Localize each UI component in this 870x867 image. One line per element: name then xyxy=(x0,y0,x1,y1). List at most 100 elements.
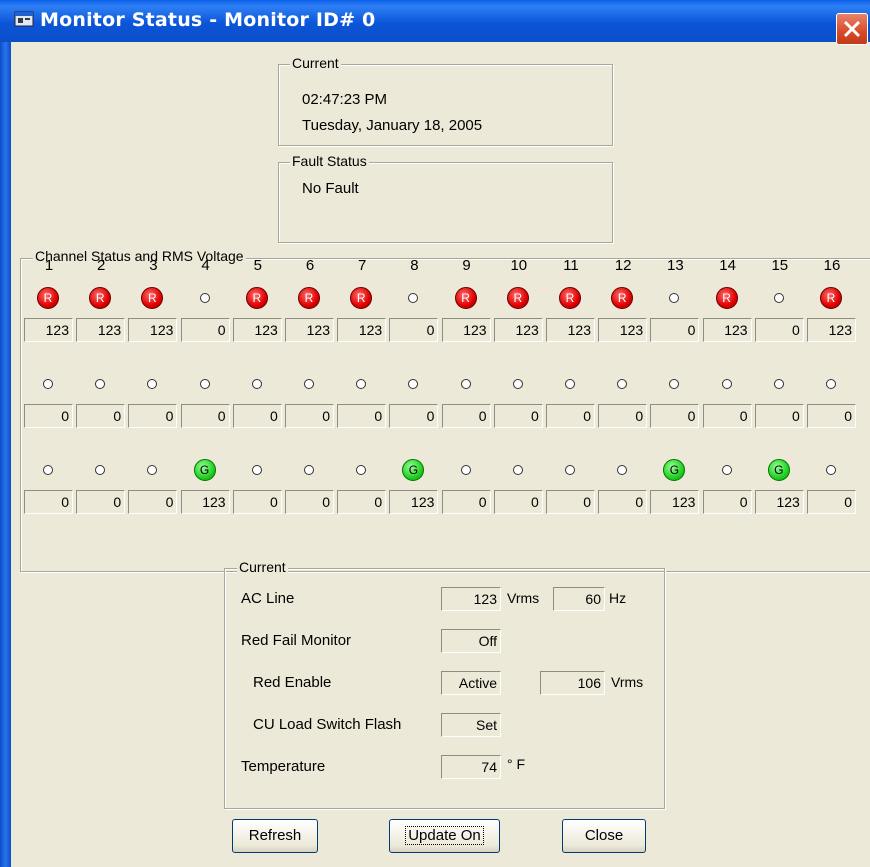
channel-voltage: 0 xyxy=(76,490,126,514)
channel-voltage: 0 xyxy=(24,404,73,428)
channel-voltage: 123 xyxy=(337,318,387,342)
cu-load-switch-flash-value: Set xyxy=(441,713,501,737)
current-time: 02:47:23 PM xyxy=(302,91,388,108)
channel-voltage: 0 xyxy=(24,490,73,514)
channel-voltage: 0 xyxy=(76,404,126,428)
channel-voltage: 0 xyxy=(389,318,439,342)
channel-lamp-off xyxy=(565,465,575,475)
channel-number-14: 14 xyxy=(719,257,736,274)
channel-lamp-red: R xyxy=(506,287,529,309)
channel-voltage: 0 xyxy=(807,490,856,514)
ac-line-label: AC Line xyxy=(241,590,295,607)
fault-status-value: No Fault xyxy=(302,180,359,197)
channel-voltage: 0 xyxy=(285,490,334,514)
current-status-group-label: Current xyxy=(237,559,288,575)
channel-lamp-red: R xyxy=(454,287,477,309)
channel-number-1: 1 xyxy=(44,257,54,274)
channel-number-3: 3 xyxy=(149,257,158,274)
channel-voltage: 0 xyxy=(389,404,439,428)
window-border xyxy=(0,42,11,867)
channel-voltage: 123 xyxy=(754,490,804,514)
channel-lamp-off xyxy=(565,379,575,389)
channel-voltage: 0 xyxy=(650,404,700,428)
ac-line-frequency-unit: Hz xyxy=(609,590,627,606)
update-on-button[interactable]: Update On xyxy=(389,819,500,853)
channel-voltage: 0 xyxy=(546,490,595,514)
channel-number-5: 5 xyxy=(253,257,262,274)
channel-voltage: 0 xyxy=(493,490,543,514)
temperature-unit: ° F xyxy=(507,756,526,772)
current-time-group-label: Current xyxy=(290,55,341,71)
title-bar[interactable]: Monitor Status - Monitor ID# 0 xyxy=(0,0,870,45)
channel-voltage: 123 xyxy=(76,318,126,342)
ac-line-voltage-unit: Vrms xyxy=(507,590,540,606)
channel-lamp-red: R xyxy=(559,287,581,309)
channel-lamp-off xyxy=(199,293,210,303)
channel-lamp-red: R xyxy=(298,287,320,309)
channel-lamp-off xyxy=(721,465,732,475)
channel-voltage: 0 xyxy=(702,490,752,514)
channel-lamp-off xyxy=(826,465,836,475)
channel-number-12: 12 xyxy=(614,257,632,274)
ac-line-voltage: 123 xyxy=(441,587,501,611)
red-enable-voltage: 106 xyxy=(540,671,605,695)
channel-lamp-off xyxy=(460,465,471,475)
channel-voltage: 0 xyxy=(807,404,856,428)
channel-lamp-off xyxy=(251,379,262,389)
channel-voltage: 0 xyxy=(441,490,491,514)
channel-number-13: 13 xyxy=(667,257,684,274)
temperature-label: Temperature xyxy=(241,758,326,775)
current-date: Tuesday, January 18, 2005 xyxy=(302,117,483,134)
channel-number-2: 2 xyxy=(97,257,106,274)
red-enable-voltage-unit: Vrms xyxy=(611,674,644,690)
fault-status-group xyxy=(278,162,613,243)
red-fail-monitor-value: Off xyxy=(441,629,501,653)
channel-voltage: 0 xyxy=(754,318,804,342)
channel-voltage: 123 xyxy=(232,318,282,342)
channel-voltage: 0 xyxy=(128,490,178,514)
close-window-button[interactable] xyxy=(836,13,868,45)
refresh-button-label: Refresh xyxy=(248,827,302,844)
channel-voltage: 0 xyxy=(285,404,334,428)
channel-voltage: 0 xyxy=(337,404,387,428)
channel-voltage: 123 xyxy=(441,318,491,342)
close-button[interactable]: Close xyxy=(562,819,646,853)
channel-voltage: 0 xyxy=(232,404,282,428)
channel-number-16: 16 xyxy=(823,257,841,274)
channel-lamp-off xyxy=(773,379,784,389)
channel-lamp-off xyxy=(304,379,314,389)
channel-lamp-red: R xyxy=(37,287,59,309)
channel-lamp-off xyxy=(43,379,53,389)
channel-number-10: 10 xyxy=(510,257,528,274)
channel-voltage: 123 xyxy=(389,490,439,514)
channel-voltage: 123 xyxy=(598,318,648,342)
channel-voltage: 123 xyxy=(180,490,230,514)
channel-lamp-off xyxy=(721,379,732,389)
channel-lamp-off xyxy=(304,465,314,475)
channel-voltage: 0 xyxy=(598,490,648,514)
channel-lamp-off xyxy=(199,379,210,389)
channel-lamp-off xyxy=(43,465,53,475)
channel-voltage: 123 xyxy=(807,318,856,342)
client-area: Current 02:47:23 PM Tuesday, January 18,… xyxy=(11,42,870,867)
channel-voltage: 0 xyxy=(702,404,752,428)
channel-voltage: 0 xyxy=(180,318,230,342)
channel-lamp-red: R xyxy=(820,287,842,309)
channel-voltage: 0 xyxy=(128,404,178,428)
fault-status-group-label: Fault Status xyxy=(290,153,369,169)
close-icon xyxy=(843,20,861,38)
channel-lamp-off xyxy=(773,293,784,303)
refresh-button[interactable]: Refresh xyxy=(232,819,318,853)
channel-number-9: 9 xyxy=(462,257,471,274)
red-enable-value: Active xyxy=(441,671,501,695)
window-title: Monitor Status - Monitor ID# 0 xyxy=(40,9,376,31)
channel-voltage: 0 xyxy=(546,404,595,428)
channel-number-7: 7 xyxy=(358,257,367,274)
channel-voltage: 123 xyxy=(493,318,543,342)
channel-number-6: 6 xyxy=(305,257,315,274)
channel-voltage: 0 xyxy=(337,490,387,514)
channel-voltage: 123 xyxy=(128,318,178,342)
channel-voltage: 123 xyxy=(285,318,334,342)
channel-lamp-green: G xyxy=(193,459,216,481)
channel-lamp-off xyxy=(460,379,471,389)
